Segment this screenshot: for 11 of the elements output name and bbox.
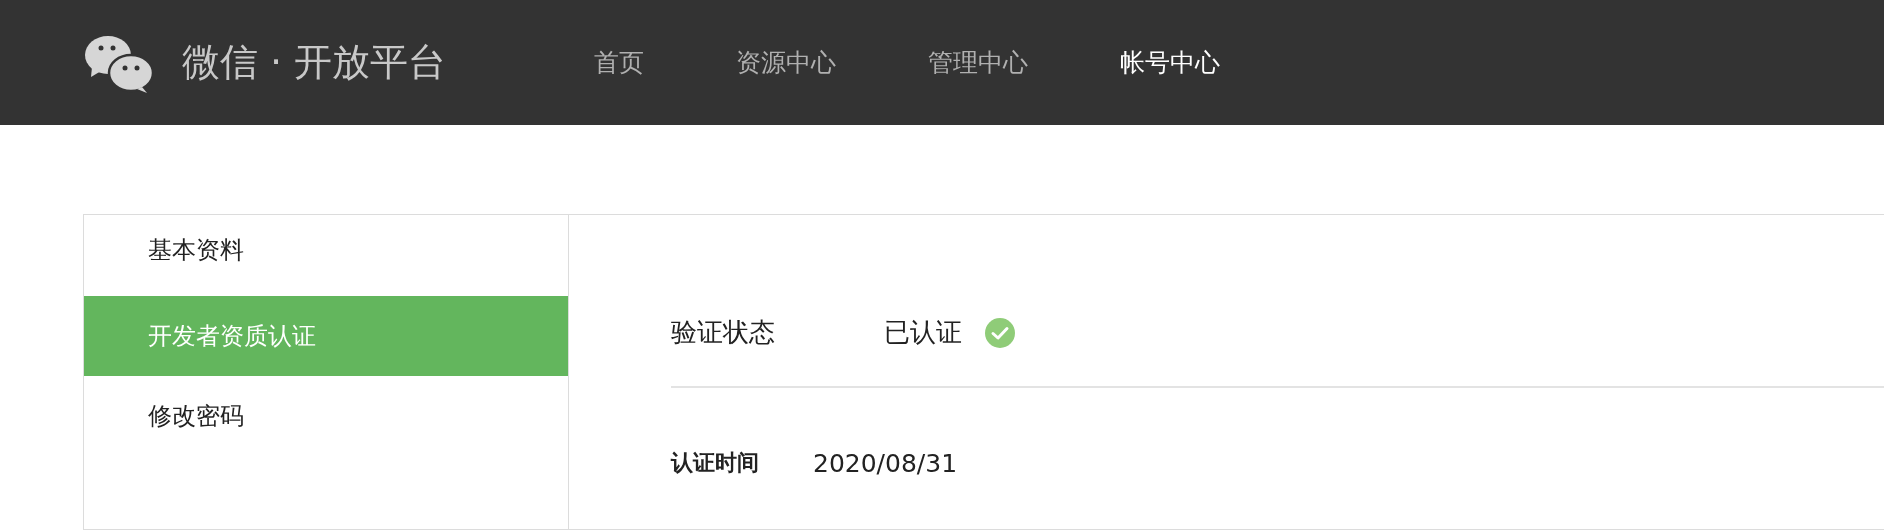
nav-link[interactable]: 管理中心 <box>928 46 1029 79</box>
field-label: 验证状态 <box>671 316 776 349</box>
field-label: 认证时间 <box>671 449 760 477</box>
brand-title: 微信 · 开放平台 <box>182 39 447 86</box>
date-value: 2020/08/31 <box>813 448 958 478</box>
sidebar-item[interactable]: 修改密码 <box>84 376 568 456</box>
status-value: 已认证 <box>884 316 962 349</box>
sidebar-item[interactable]: 基本资料 <box>84 215 568 296</box>
nav-link[interactable]: 资源中心 <box>736 46 837 79</box>
nav-link[interactable]: 首页 <box>594 46 645 79</box>
nav-link[interactable]: 帐号中心 <box>1120 46 1221 79</box>
